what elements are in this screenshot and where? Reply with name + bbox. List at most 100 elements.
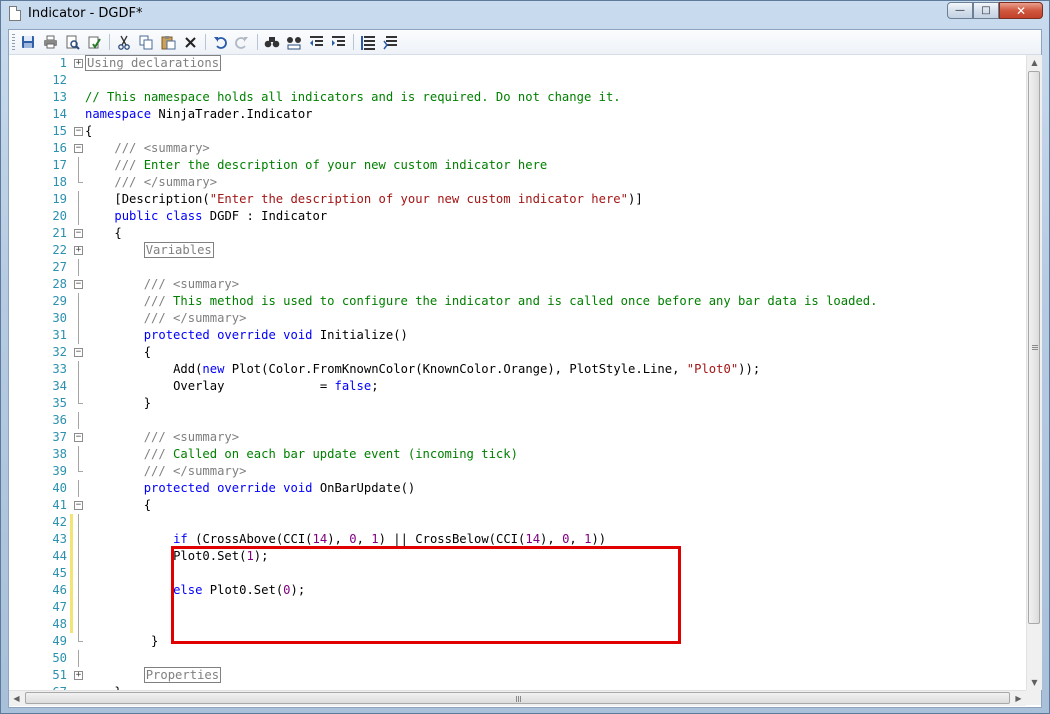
title-bar[interactable]: Indicator - DGDF* — □ ✕ — [1, 1, 1049, 27]
find-icon[interactable] — [263, 33, 281, 51]
line-number: 49 — [52, 634, 67, 648]
fold-guide — [78, 310, 79, 327]
uncomment-icon[interactable] — [381, 33, 399, 51]
horizontal-scroll-thumb[interactable] — [25, 692, 1010, 704]
code-line[interactable]: 32− { — [9, 344, 1026, 361]
collapse-region-icon[interactable]: − — [74, 280, 83, 289]
code-line[interactable]: 16− /// <summary> — [9, 140, 1026, 157]
code-line[interactable]: 51 + Properties — [9, 667, 1026, 684]
code-line[interactable]: 1 + Using declarations — [9, 55, 1026, 72]
save-icon[interactable] — [19, 33, 37, 51]
code-line[interactable]: 30 /// </summary> — [9, 310, 1026, 327]
code-line[interactable]: 42 — [9, 514, 1026, 531]
line-number: 51 — [52, 668, 67, 682]
line-number: 18 — [52, 175, 67, 189]
toolbar-grip-icon[interactable] — [12, 34, 15, 50]
code-text: Using declarations — [85, 55, 222, 72]
print-icon[interactable] — [41, 33, 59, 51]
scroll-up-button[interactable]: ▲ — [1027, 55, 1042, 70]
code-line[interactable]: 22 + Variables — [9, 242, 1026, 259]
collapse-region-icon[interactable]: − — [74, 144, 83, 153]
line-number: 14 — [52, 107, 67, 121]
code-line[interactable]: 19 [Description("Enter the description o… — [9, 191, 1026, 208]
code-line[interactable]: 13 // This namespace holds all indicators… — [9, 89, 1026, 106]
collapsed-region[interactable]: Using declarations — [85, 55, 222, 71]
code-text: } — [85, 396, 152, 410]
collapse-region-icon[interactable]: − — [74, 433, 83, 442]
fold-guide — [78, 616, 79, 633]
redo-icon[interactable] — [233, 33, 251, 51]
undo-icon[interactable] — [211, 33, 229, 51]
expand-region-icon[interactable]: + — [74, 246, 83, 255]
close-button[interactable]: ✕ — [999, 2, 1043, 19]
maximize-button[interactable]: □ — [973, 2, 999, 19]
collapsed-region[interactable]: Variables — [143, 242, 214, 258]
line-number: 32 — [52, 345, 67, 359]
collapse-region-icon[interactable]: − — [74, 501, 83, 510]
outdent-icon[interactable] — [307, 33, 325, 51]
replace-icon[interactable] — [285, 33, 303, 51]
code-line[interactable]: 29 /// This method is used to configure … — [9, 293, 1026, 310]
toolbar-separator — [205, 34, 206, 50]
modified-line-marker — [70, 582, 73, 599]
line-number: 34 — [52, 379, 67, 393]
scroll-left-button[interactable]: ◀ — [9, 691, 24, 706]
code-editor[interactable]: 1 + Using declarations 12 13// This namespac… — [9, 55, 1026, 690]
code-line[interactable]: 18 /// </summary> — [9, 174, 1026, 191]
horizontal-scrollbar[interactable]: ◀ ▶ — [9, 690, 1026, 706]
code-line[interactable]: 39 /// </summary> — [9, 463, 1026, 480]
toolbar-separator — [109, 34, 110, 50]
code-line[interactable]: 15−{ — [9, 123, 1026, 140]
fold-guide — [78, 395, 83, 404]
delete-icon[interactable] — [181, 33, 199, 51]
collapse-region-icon[interactable]: − — [74, 127, 83, 136]
code-line[interactable]: 38 /// Called on each bar update event (… — [9, 446, 1026, 463]
code-text: Variables — [85, 242, 214, 259]
print-preview-icon[interactable] — [63, 33, 81, 51]
expand-region-icon[interactable]: + — [74, 671, 83, 680]
code-line[interactable]: 37− /// <summary> — [9, 429, 1026, 446]
code-line[interactable]: 12 — [9, 72, 1026, 89]
fold-guide — [78, 293, 79, 310]
copy-icon[interactable] — [137, 33, 155, 51]
code-line[interactable]: 31 protected override void Initialize() — [9, 327, 1026, 344]
code-line[interactable]: 17 /// Enter the description of your new… — [9, 157, 1026, 174]
collapsed-region[interactable]: Properties — [143, 667, 222, 683]
vertical-scrollbar[interactable]: ▲ ▼ — [1026, 55, 1042, 690]
code-line[interactable]: 33 Add(new Plot(Color.FromKnownColor(Kno… — [9, 361, 1026, 378]
comment-icon[interactable] — [359, 33, 377, 51]
fold-guide — [78, 514, 79, 531]
line-number: 15 — [52, 124, 67, 138]
code-line[interactable]: 36 — [9, 412, 1026, 429]
code-text: // This namespace holds all indicators a… — [85, 90, 621, 104]
code-line[interactable]: 28− /// <summary> — [9, 276, 1026, 293]
code-line[interactable]: 41− { — [9, 497, 1026, 514]
paste-icon[interactable] — [159, 33, 177, 51]
compile-icon[interactable] — [85, 33, 103, 51]
fold-guide — [78, 463, 83, 472]
code-line[interactable]: 14 namespace NinjaTrader.Indicator — [9, 106, 1026, 123]
gutter — [70, 89, 73, 106]
code-line[interactable]: 20 public class DGDF : Indicator — [9, 208, 1026, 225]
code-line[interactable]: 50 — [9, 650, 1026, 667]
line-number: 38 — [52, 447, 67, 461]
code-line[interactable]: 40 protected override void OnBarUpdate() — [9, 480, 1026, 497]
line-number: 19 — [52, 192, 67, 206]
collapse-region-icon[interactable]: − — [74, 348, 83, 357]
line-number: 1 — [59, 56, 67, 70]
gutter — [70, 242, 73, 259]
scroll-right-button[interactable]: ▶ — [1011, 691, 1026, 706]
code-line[interactable]: 34 Overlay = false; — [9, 378, 1026, 395]
expand-region-icon[interactable]: + — [74, 59, 83, 68]
cut-icon[interactable] — [115, 33, 133, 51]
collapse-region-icon[interactable]: − — [74, 229, 83, 238]
code-line[interactable]: 21− { — [9, 225, 1026, 242]
fold-guide — [78, 650, 79, 667]
scroll-down-button[interactable]: ▼ — [1027, 675, 1042, 690]
minimize-button[interactable]: — — [947, 2, 973, 19]
code-text: } — [85, 634, 159, 648]
code-line[interactable]: 27 — [9, 259, 1026, 276]
code-line[interactable]: 35 } — [9, 395, 1026, 412]
indent-icon[interactable] — [329, 33, 347, 51]
vertical-scroll-thumb[interactable] — [1028, 71, 1040, 624]
